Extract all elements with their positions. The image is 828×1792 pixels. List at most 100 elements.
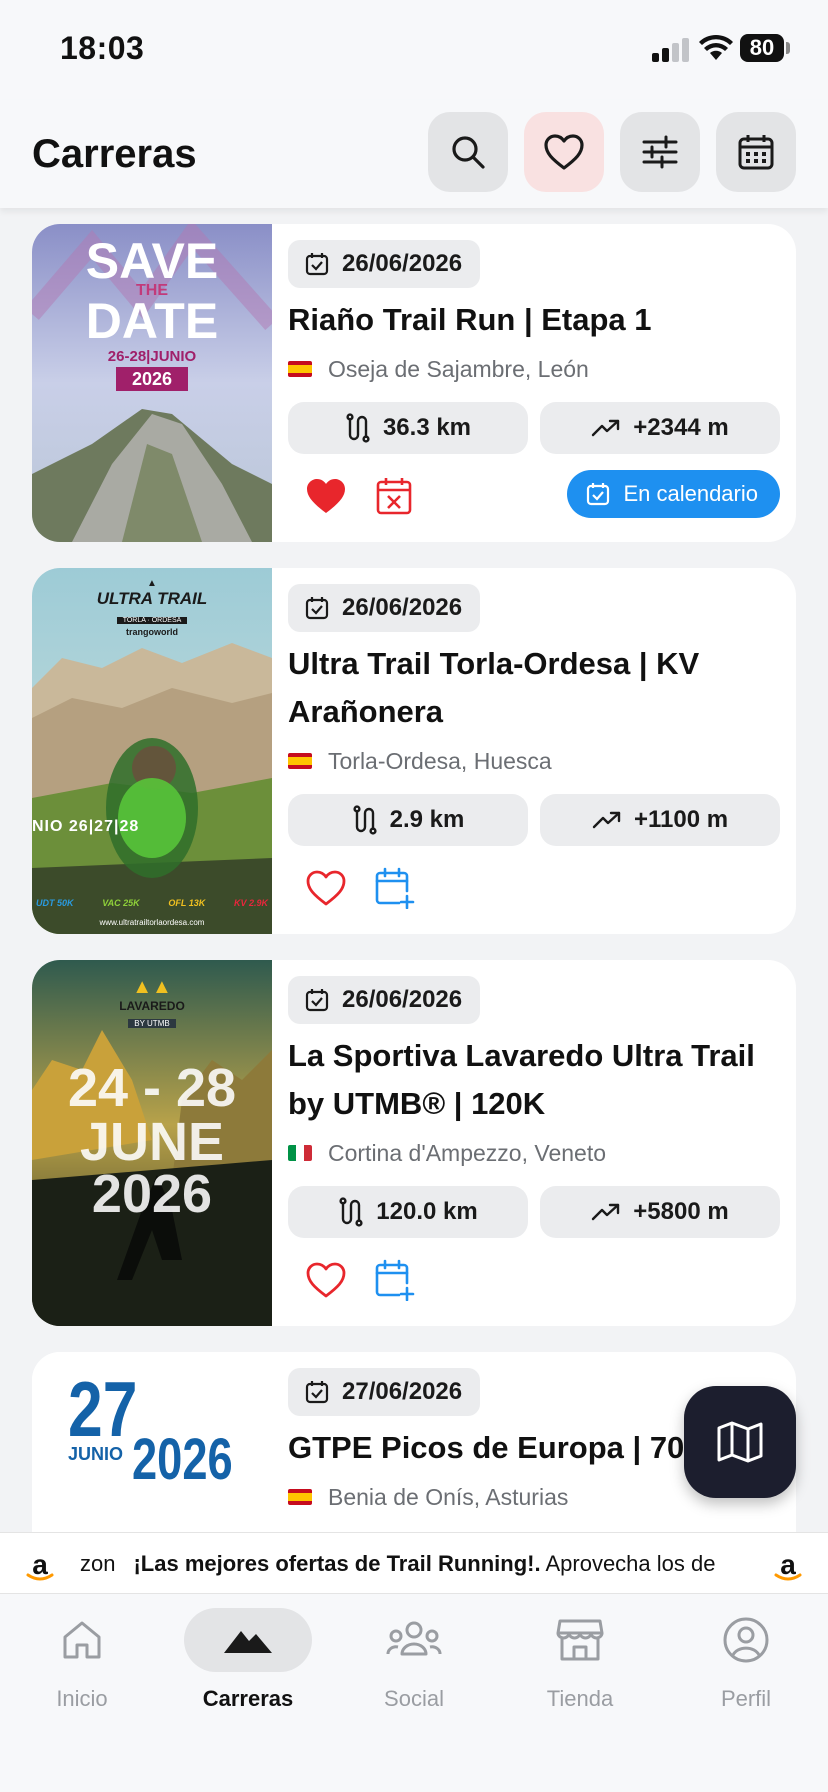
race-date: 26/06/2026 [342, 250, 463, 277]
calendar-x-icon [376, 478, 412, 515]
date-chip: 27/06/2026 [288, 1368, 481, 1416]
distance-stat: 120.0 km [288, 1186, 528, 1238]
location-text: Cortina d'Ampezzo, Veneto [328, 1139, 606, 1166]
poster-text: NIO 26|27|28 [32, 818, 140, 835]
poster-text: 2026 [132, 1427, 233, 1492]
location-text: Benia de Onís, Asturias [328, 1483, 569, 1510]
race-date: 27/06/2026 [342, 1378, 463, 1405]
date-chip: 26/06/2026 [288, 240, 481, 288]
race-location: Oseja de Sajambre, León [288, 352, 780, 386]
tab-label: Perfil [720, 1686, 772, 1711]
race-info: 26/06/2026 Ultra Trail Torla-Ordesa | KV… [288, 584, 780, 918]
remove-calendar-button[interactable] [370, 472, 418, 520]
tab-perfil[interactable]: Perfil [676, 1608, 816, 1728]
date-chip: 26/06/2026 [288, 976, 481, 1024]
tab-label: Carreras [202, 1686, 294, 1711]
date-chip: 26/06/2026 [288, 584, 481, 632]
home-icon [63, 1621, 101, 1659]
race-card[interactable]: ▲▲ LAVAREDO BY UTMB 24 - 28 JUNE 2026 26… [32, 960, 796, 1326]
calendar-check-icon [305, 597, 329, 620]
calendar-icon [738, 135, 774, 170]
add-calendar-button[interactable] [370, 1256, 418, 1304]
amazon-smile-icon [774, 1573, 802, 1581]
poster-text: BY UTMB [128, 1019, 176, 1028]
race-list[interactable]: SAVE THE DATE 26-28|JUNIO 2026 26/06/202… [0, 208, 828, 1532]
ad-body: Aprovecha los de [540, 1551, 716, 1576]
map-icon [717, 1421, 763, 1463]
add-calendar-button[interactable] [370, 864, 418, 912]
ad-prefix: zon [80, 1551, 116, 1576]
calendar-plus-icon [375, 867, 415, 909]
calendar-check-icon [305, 253, 329, 276]
location-text: Oseja de Sajambre, León [328, 355, 589, 382]
location-text: Torla-Ordesa, Huesca [328, 747, 552, 774]
heart-icon [544, 134, 584, 170]
favorite-button[interactable] [302, 864, 350, 912]
battery-indicator: 80 [740, 34, 784, 62]
map-button[interactable] [684, 1386, 796, 1498]
mountain-icon [224, 1631, 272, 1653]
race-card[interactable]: ▲ ULTRA TRAIL TORLA · ORDESA trangoworld… [32, 568, 796, 934]
ad-banner[interactable]: a zon ¡Las mejores ofertas de Trail Runni… [0, 1532, 828, 1594]
race-location: Torla-Ordesa, Huesca [288, 744, 780, 778]
calendar-check-icon [305, 989, 329, 1012]
race-poster: ▲ ULTRA TRAIL TORLA · ORDESA trangoworld… [32, 568, 272, 934]
calendar-button[interactable] [716, 112, 796, 192]
elevation-stat: +2344 m [540, 402, 780, 454]
status-bar: 18:03 80 [0, 0, 828, 100]
filters-button[interactable] [620, 112, 700, 192]
tab-inicio[interactable]: Inicio [12, 1608, 152, 1728]
poster-text: trangoworld [126, 627, 178, 637]
spain-flag-icon [288, 1489, 312, 1505]
tab-bar: Inicio Carreras Social Tienda Perfil [0, 1594, 828, 1792]
poster-text: 2026 [115, 367, 189, 391]
race-card[interactable]: 27 JUNIO 2026 27/06/2026 GTPE Picos de E… [32, 1352, 796, 1532]
favorite-button[interactable] [302, 472, 350, 520]
race-title[interactable]: Riaño Trail Run | Etapa 1 [288, 296, 780, 344]
trending-up-icon [592, 811, 621, 829]
race-title[interactable]: Ultra Trail Torla-Ordesa | KV Arañonera [288, 640, 780, 736]
route-icon [353, 805, 377, 835]
store-icon [556, 1619, 604, 1661]
search-button[interactable] [428, 112, 508, 192]
tab-carreras[interactable]: Carreras [178, 1608, 318, 1728]
poster-text: LAVAREDO [119, 999, 185, 1013]
poster-tag: VAC 25K [102, 898, 140, 908]
poster-text: 27 [68, 1365, 138, 1453]
race-location: Cortina d'Ampezzo, Veneto [288, 1136, 780, 1170]
elevation-value: +5800 m [633, 1198, 729, 1225]
elevation-stat: +5800 m [540, 1186, 780, 1238]
wifi-icon [699, 34, 733, 60]
poster-tag: KV 2.9K [233, 898, 268, 908]
route-icon [339, 1197, 363, 1227]
search-icon [452, 136, 485, 169]
people-icon [386, 1621, 442, 1656]
race-date: 26/06/2026 [342, 986, 463, 1013]
race-card[interactable]: SAVE THE DATE 26-28|JUNIO 2026 26/06/202… [32, 224, 796, 542]
race-actions: En calendario [288, 466, 780, 526]
calendar-plus-icon [375, 1259, 415, 1301]
in-calendar-label: En calendario [623, 481, 758, 506]
tab-label: Social [384, 1686, 444, 1711]
race-poster: ▲▲ LAVAREDO BY UTMB 24 - 28 JUNE 2026 [32, 960, 272, 1326]
poster-text: JUNE [79, 1112, 225, 1172]
in-calendar-badge[interactable]: En calendario [567, 470, 780, 518]
favorite-button[interactable] [302, 1256, 350, 1304]
app-header: Carreras [0, 100, 828, 208]
tab-social[interactable]: Social [344, 1608, 484, 1728]
signal-icon [652, 38, 690, 62]
race-stats: 2.9 km +1100 m [288, 794, 780, 846]
heart-outline-icon [306, 1262, 346, 1298]
elevation-value: +2344 m [633, 414, 729, 441]
battery-tip [786, 42, 790, 54]
tab-tienda[interactable]: Tienda [510, 1608, 650, 1728]
distance-stat: 2.9 km [288, 794, 528, 846]
italy-flag-icon [288, 1145, 312, 1161]
poster-text: 24 - 28 [67, 1058, 237, 1118]
poster-tag: UDT 50K [36, 898, 74, 908]
favorites-filter-button[interactable] [524, 112, 604, 192]
race-title[interactable]: La Sportiva Lavaredo Ultra Trail by UTMB… [288, 1032, 780, 1128]
calendar-check-icon [587, 483, 610, 506]
distance-value: 2.9 km [389, 806, 465, 833]
route-icon [346, 413, 370, 443]
